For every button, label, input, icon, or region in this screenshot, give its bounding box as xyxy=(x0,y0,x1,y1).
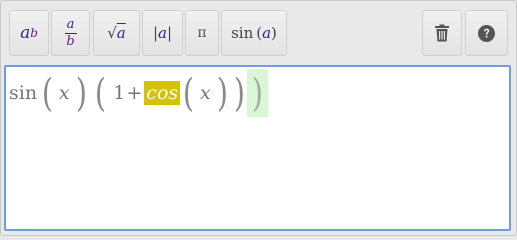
sin-button[interactable]: sin(a) xyxy=(221,10,287,56)
superscript-button[interactable]: ab xyxy=(9,10,49,56)
paren-open-3: ( xyxy=(182,71,195,115)
pi-label: π xyxy=(197,25,207,41)
abs-arg: a xyxy=(158,24,167,42)
math-input-field[interactable]: sin ( x ) ( 1 + cos ( x ) ) ) xyxy=(4,65,511,231)
paren-open-2: ( xyxy=(95,71,107,115)
function-cos-highlighted: cos xyxy=(144,81,181,105)
help-button[interactable] xyxy=(465,10,508,56)
trash-icon xyxy=(435,24,449,42)
function-sin: sin xyxy=(9,82,38,104)
fraction-numerator: a xyxy=(66,16,75,32)
sin-arg: a xyxy=(262,24,272,42)
math-expression: sin ( x ) ( 1 + cos ( x ) ) ) xyxy=(9,69,269,117)
paren-close-1: ) xyxy=(75,71,87,115)
variable-x-1: x xyxy=(58,82,70,104)
superscript-exponent: b xyxy=(30,26,38,40)
sqrt-arg: a xyxy=(116,24,126,42)
variable-x-2: x xyxy=(199,82,211,104)
sqrt-button[interactable]: √ a xyxy=(93,10,140,56)
superscript-base: a xyxy=(20,23,31,43)
sin-close-paren: ) xyxy=(271,24,277,42)
paren-close-2: ) xyxy=(233,71,245,115)
sin-fn-label: sin xyxy=(231,24,254,42)
fraction-denominator: b xyxy=(66,33,75,49)
fraction-button[interactable]: a b xyxy=(51,10,90,56)
abs-close: | xyxy=(166,24,173,42)
help-icon xyxy=(478,24,495,42)
sqrt-icon: √ xyxy=(107,24,117,42)
paren-open-1: ( xyxy=(41,71,54,115)
math-toolbar: ab a b √ a | a | π sin(a) xyxy=(0,0,517,64)
paren-close-3: ) xyxy=(216,71,228,115)
paren-close-ghost: ) xyxy=(252,71,264,115)
absolute-value-button[interactable]: | a | xyxy=(142,10,183,56)
cursor-paren-placeholder: ) xyxy=(247,69,269,117)
fraction-icon: a b xyxy=(64,16,77,49)
pi-button[interactable]: π xyxy=(185,10,219,56)
operator-plus: + xyxy=(126,82,143,104)
number-one: 1 xyxy=(113,82,126,104)
delete-button[interactable] xyxy=(422,10,462,56)
